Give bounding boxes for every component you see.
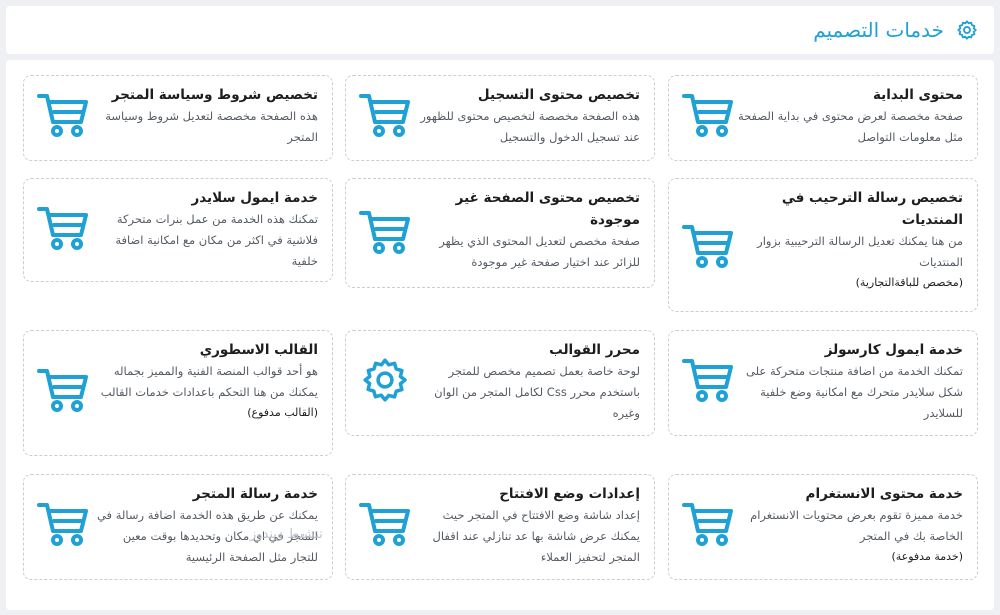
- card-description: إعداد شاشة وضع الافتتاح في المتجر حيث يم…: [432, 508, 640, 564]
- service-card-opening-mode[interactable]: إعدادات وضع الافتتاح إعداد شاشة وضع الاف…: [345, 474, 655, 580]
- service-card-theme-editor[interactable]: محرر القوالب لوحة خاصة بعمل تصميم مخصص ل…: [345, 330, 655, 436]
- service-card-start-content[interactable]: محتوى البداية صفحة مخصصة لعرض محتوى في ب…: [668, 75, 978, 161]
- cart-icon: [34, 205, 92, 251]
- card-title: خدمة ايمول سلايدر: [191, 190, 318, 206]
- card-description: هو أحد قوالب المنصة الفنية والمميز بجمال…: [100, 364, 318, 399]
- card-description: لوحة خاصة بعمل تصميم مخصص للمتجر باستخدم…: [434, 364, 640, 420]
- cart-icon: [356, 92, 414, 138]
- card-note: (مخصص للباقةالتجارية): [855, 276, 963, 289]
- card-title: إعدادات وضع الافتتاح: [499, 486, 640, 502]
- page-title: خدمات التصميم: [813, 18, 944, 42]
- card-description: صفحة مخصص لتعديل المحتوى الذي يظهر للزائ…: [439, 234, 640, 269]
- card-description: تمكنك هذه الخدمة من عمل بنرات متحركة فلا…: [115, 212, 318, 268]
- service-card-emall-carousels[interactable]: خدمة ايمول كارسولز تمكنك الخدمة من اضافة…: [668, 330, 978, 436]
- service-card-emall-slider[interactable]: خدمة ايمول سلايدر تمكنك هذه الخدمة من عم…: [23, 178, 333, 282]
- card-title: خدمة ايمول كارسولز: [824, 342, 963, 358]
- windows-activation-watermark: تنشيط ويندوز: [250, 527, 323, 542]
- card-title: القالب الاسطوري: [199, 342, 318, 358]
- card-title: خدمة رسالة المتجر: [192, 486, 318, 502]
- card-title: محرر القوالب: [549, 342, 640, 358]
- card-title: محتوى البداية: [872, 87, 963, 103]
- card-title: تخصيص رسالة الترحيب في المنتديات: [781, 190, 963, 228]
- gear-icon[interactable]: [956, 19, 978, 41]
- card-description: هذه الصفحة مخصصة لتعديل شروط وسياسة المت…: [105, 109, 318, 144]
- cart-icon: [679, 223, 737, 269]
- card-description: هذه الصفحة مخصصة لتخصيص محتوى للظهور عند…: [420, 109, 640, 144]
- card-title: تخصيص شروط وسياسة المتجر: [111, 87, 318, 103]
- services-panel: محتوى البداية صفحة مخصصة لعرض محتوى في ب…: [6, 60, 994, 610]
- service-card-register-content[interactable]: تخصيص محتوى التسجيل هذه الصفحة مخصصة لتخ…: [345, 75, 655, 161]
- service-card-legendary-theme[interactable]: القالب الاسطوري هو أحد قوالب المنصة الفن…: [23, 330, 333, 456]
- service-card-not-found-page[interactable]: تخصيص محتوى الصفحة غير موجودة صفحة مخصص …: [345, 178, 655, 288]
- cart-icon: [34, 92, 92, 138]
- cart-icon: [34, 367, 92, 413]
- card-description: تمكنك الخدمة من اضافة منتجات متحركة على …: [746, 364, 963, 420]
- gear-icon: [356, 355, 414, 405]
- cart-icon: [679, 92, 737, 138]
- card-description: خدمة مميزة تقوم بعرض محتويات الانستغرام …: [750, 508, 963, 543]
- cart-icon: [34, 501, 92, 547]
- card-title: تخصيص محتوى التسجيل: [477, 87, 640, 103]
- card-note: (خدمة مدفوعة): [891, 550, 963, 563]
- cart-icon: [679, 501, 737, 547]
- card-title: تخصيص محتوى الصفحة غير موجودة: [455, 190, 640, 228]
- card-description: صفحة مخصصة لعرض محتوى في بداية الصفحة مث…: [737, 109, 963, 144]
- card-description: من هنا يمكنك تعديل الرسالة الترحيبية بزو…: [757, 234, 963, 269]
- card-title: خدمة محتوى الانستغرام: [805, 486, 963, 502]
- service-card-instagram[interactable]: خدمة محتوى الانستغرام خدمة مميزة تقوم بع…: [668, 474, 978, 580]
- card-note: (القالب مدفوع): [247, 406, 318, 419]
- service-card-store-terms[interactable]: تخصيص شروط وسياسة المتجر هذه الصفحة مخصص…: [23, 75, 333, 161]
- cart-icon: [356, 501, 414, 547]
- service-card-forum-welcome[interactable]: تخصيص رسالة الترحيب في المنتديات من هنا …: [668, 178, 978, 312]
- page-header: خدمات التصميم: [6, 6, 994, 54]
- cart-icon: [679, 357, 737, 403]
- cart-icon: [356, 209, 414, 255]
